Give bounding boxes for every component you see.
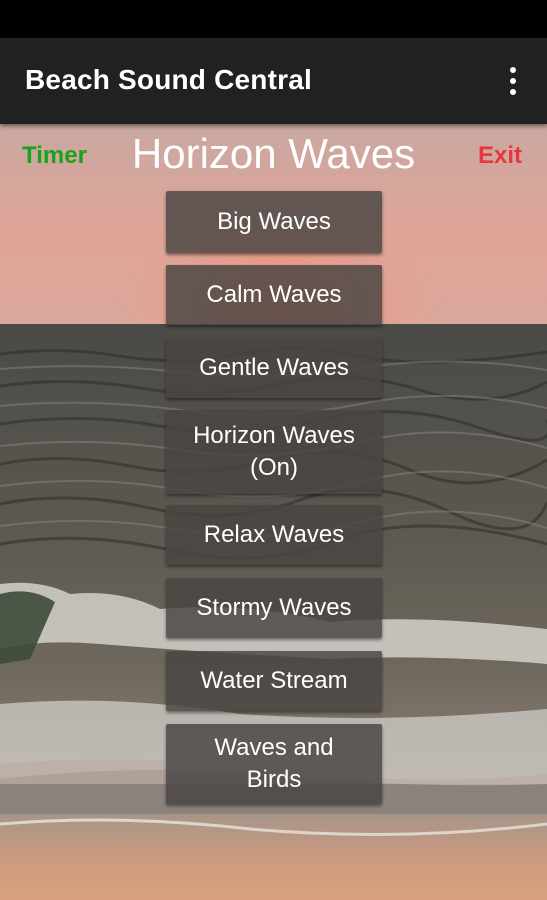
sound-button-label: Stormy Waves [196, 594, 352, 621]
sound-button-label: Gentle Waves [199, 354, 349, 381]
sound-button-label: Waves and Birds [214, 734, 334, 793]
sound-button-horizon-waves[interactable]: Horizon Waves (On) [166, 410, 382, 494]
more-vert-icon[interactable] [499, 64, 527, 98]
sound-button-label: Horizon Waves (On) [193, 422, 355, 481]
exit-button[interactable]: Exit [478, 142, 522, 170]
app-title: Beach Sound Central [25, 64, 312, 95]
menu-dot [510, 89, 516, 95]
now-playing-title: Horizon Waves [131, 130, 416, 177]
sound-button-water-stream[interactable]: Water Stream [166, 651, 382, 711]
sound-button-label: Water Stream [200, 667, 348, 694]
sound-button-label: Relax Waves [203, 521, 345, 548]
menu-dot [510, 67, 516, 73]
status-bar [0, 0, 547, 38]
sound-button-relax-waves[interactable]: Relax Waves [166, 505, 382, 565]
sound-button-gentle-waves[interactable]: Gentle Waves [166, 338, 382, 398]
menu-dot [510, 78, 516, 84]
sound-button-label: Calm Waves [206, 281, 342, 308]
sound-button-waves-and-birds[interactable]: Waves and Birds [166, 724, 382, 804]
app-bar: Beach Sound Central [0, 38, 547, 124]
sound-button-label: Big Waves [217, 208, 331, 235]
sound-button-big-waves[interactable]: Big Waves [166, 191, 382, 253]
sound-button-calm-waves[interactable]: Calm Waves [166, 265, 382, 325]
sound-button-stormy-waves[interactable]: Stormy Waves [166, 578, 382, 638]
